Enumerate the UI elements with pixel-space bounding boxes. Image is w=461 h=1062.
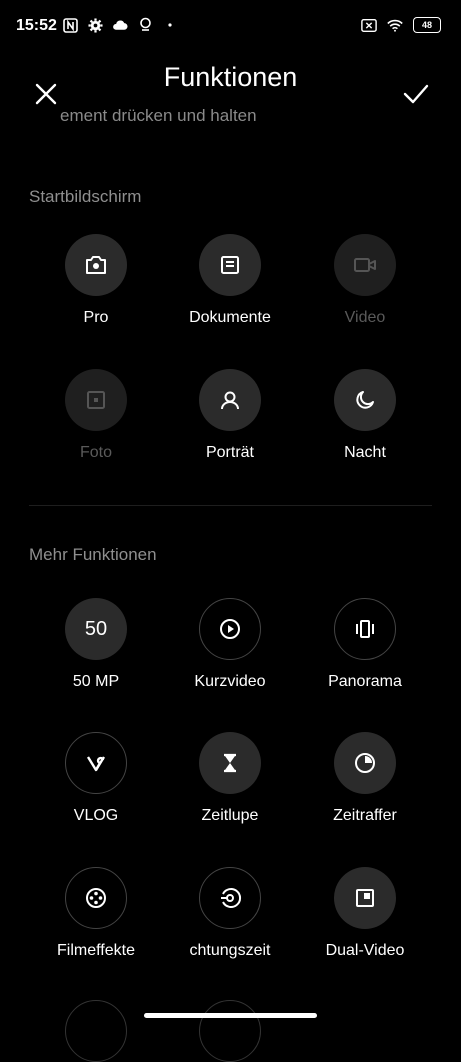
feature-pro[interactable]: Pro xyxy=(26,234,166,327)
feature-foto[interactable]: Foto xyxy=(26,369,166,462)
feature-label: Dokumente xyxy=(189,309,271,326)
feature-label: Kurzvideo xyxy=(194,673,266,690)
moon-icon xyxy=(334,369,396,431)
play-icon xyxy=(199,598,261,660)
50mp-icon: 50 xyxy=(65,598,127,660)
section-divider xyxy=(29,505,432,506)
feature-video[interactable]: Video xyxy=(295,234,435,327)
feature-label: Zeitlupe xyxy=(201,807,259,824)
feature-label: Filmeffekte xyxy=(57,942,135,959)
feature-peek[interactable] xyxy=(65,1000,127,1062)
checkmark-icon xyxy=(403,84,429,104)
feature-label: VLOG xyxy=(73,807,119,824)
feature-peek[interactable] xyxy=(199,1000,261,1062)
feature-nacht[interactable]: Nacht xyxy=(295,369,435,462)
nfc-icon xyxy=(62,17,78,33)
confirm-button[interactable] xyxy=(401,80,431,108)
section-title-more: Mehr Funktionen xyxy=(29,545,157,564)
sim-off-icon xyxy=(361,17,377,33)
gear-icon xyxy=(87,17,103,33)
feature-belichtungszeit[interactable]: chtungszeit xyxy=(160,867,300,960)
battery-indicator: 48 xyxy=(413,17,441,33)
feature-vlog[interactable]: VLOG xyxy=(26,732,166,825)
feature-label: Dual-Video xyxy=(325,942,405,959)
feature-label: 50 MP xyxy=(72,673,120,690)
status-bar: 15:52 48 xyxy=(0,0,461,52)
feature-label: Pro xyxy=(83,309,109,326)
vlog-icon xyxy=(65,732,127,794)
feature-label: Zeitraffer xyxy=(333,807,397,824)
panorama-icon xyxy=(334,598,396,660)
film-reel-icon xyxy=(65,867,127,929)
status-notification-icons xyxy=(62,17,178,33)
status-system-icons: 48 xyxy=(361,17,441,33)
page-title: Funktionen xyxy=(163,62,298,92)
timer-icon xyxy=(334,732,396,794)
feature-panorama[interactable]: Panorama xyxy=(295,598,435,691)
feature-label: Foto xyxy=(79,444,112,461)
gesture-nav-bar[interactable] xyxy=(144,1013,317,1018)
video-icon xyxy=(334,234,396,296)
dual-video-icon xyxy=(334,867,396,929)
feature-label: Nacht xyxy=(344,444,386,461)
feature-label: Porträt xyxy=(205,444,254,461)
person-icon xyxy=(199,369,261,431)
hourglass-icon xyxy=(199,732,261,794)
camera-icon xyxy=(65,234,127,296)
page-subtitle: ement drücken und halten xyxy=(60,106,257,125)
document-icon xyxy=(199,234,261,296)
feature-dual-video[interactable]: Dual-Video xyxy=(295,867,435,960)
feature-label: Panorama xyxy=(328,673,402,690)
wifi-icon xyxy=(387,17,403,33)
feature-50mp[interactable]: 50 50 MP xyxy=(26,598,166,691)
feature-portraet[interactable]: Porträt xyxy=(160,369,300,462)
feature-label: Video xyxy=(344,309,386,326)
feature-label: chtungszeit xyxy=(189,942,271,959)
feature-filmeffekte[interactable]: Filmeffekte xyxy=(26,867,166,960)
50mp-icon-text: 50 xyxy=(84,617,108,640)
location-pin-icon xyxy=(137,17,153,33)
photo-icon xyxy=(65,369,127,431)
feature-zeitlupe[interactable]: Zeitlupe xyxy=(160,732,300,825)
feature-dokumente[interactable]: Dokumente xyxy=(160,234,300,327)
feature-zeitraffer[interactable]: Zeitraffer xyxy=(295,732,435,825)
status-time: 15:52 xyxy=(16,17,57,34)
section-title-home: Startbildschirm xyxy=(29,187,142,206)
feature-kurzvideo[interactable]: Kurzvideo xyxy=(160,598,300,691)
exposure-icon xyxy=(199,867,261,929)
dot-icon xyxy=(162,17,178,33)
cloud-icon xyxy=(112,17,128,33)
